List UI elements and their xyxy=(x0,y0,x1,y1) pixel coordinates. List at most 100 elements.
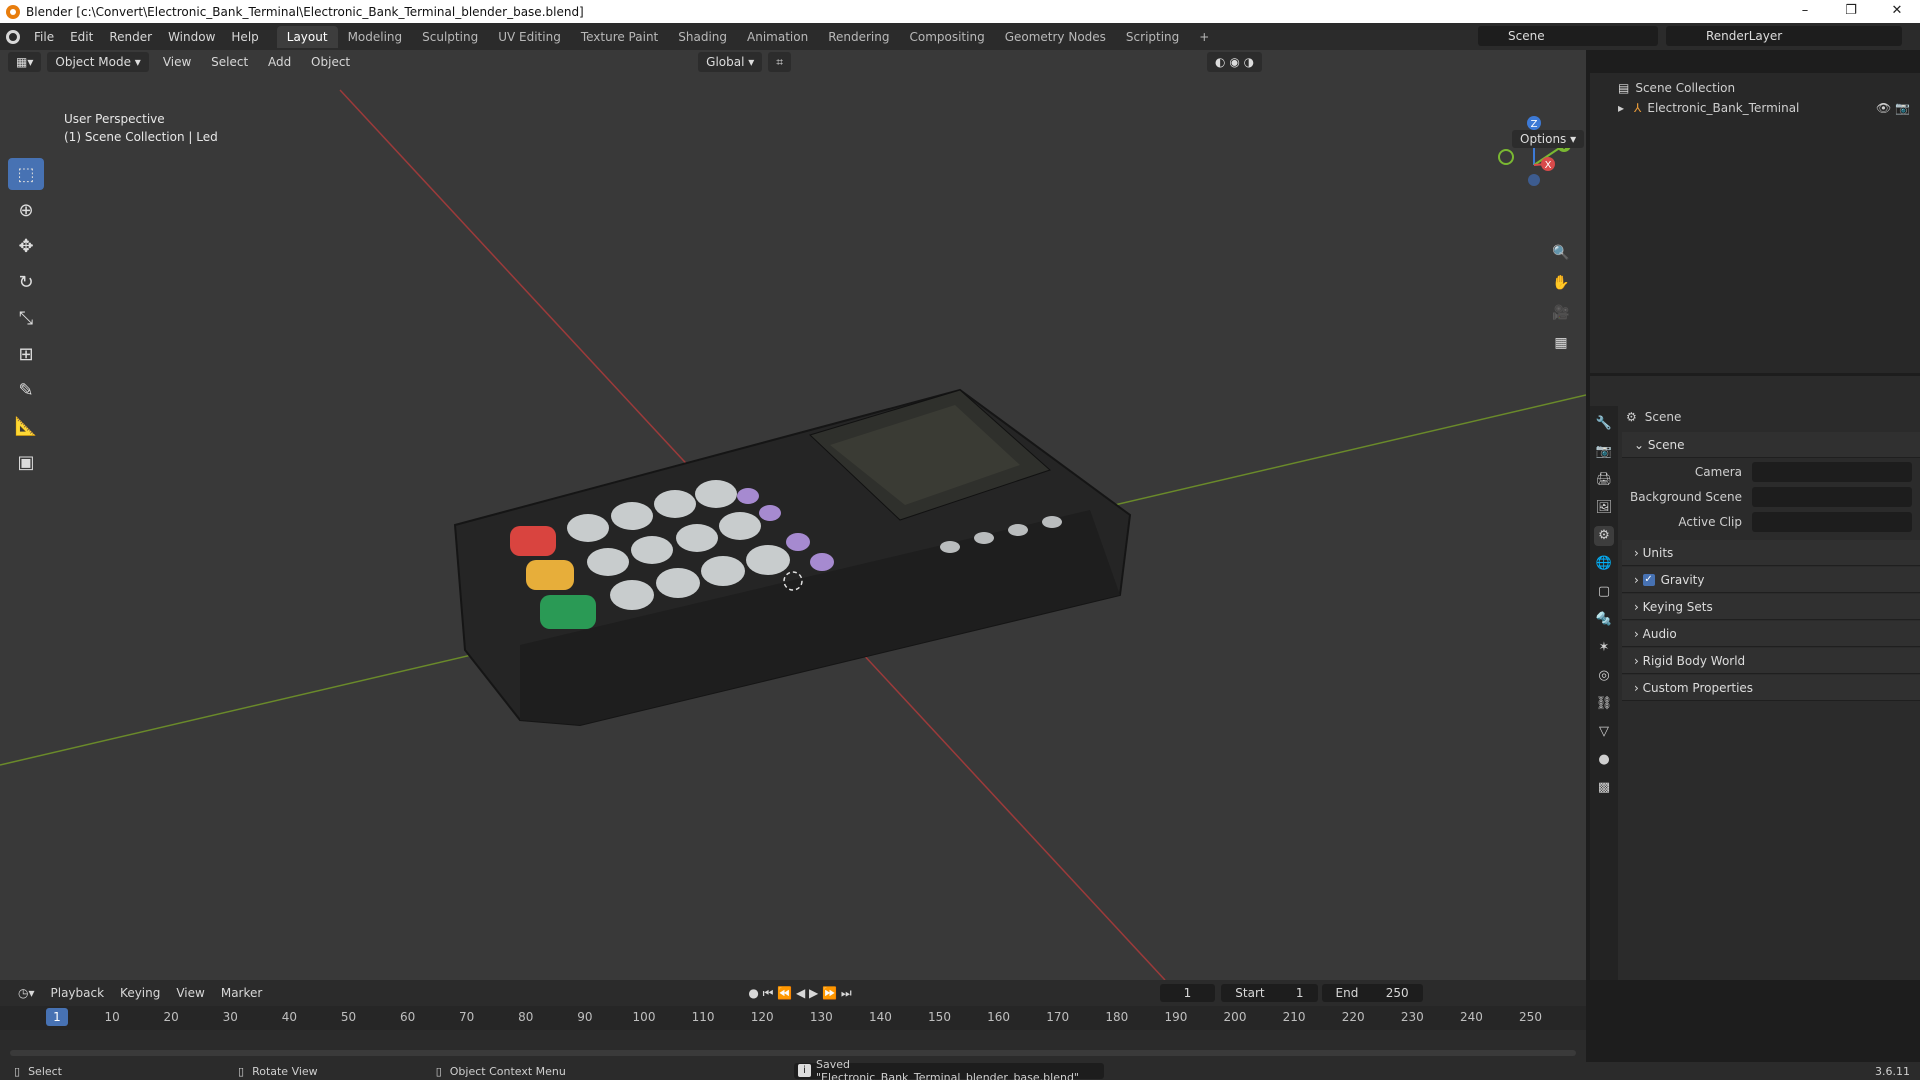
close-button[interactable]: ✕ xyxy=(1874,0,1920,23)
terminal-model xyxy=(453,388,1132,727)
data-tab-icon[interactable]: ▽ xyxy=(1594,722,1614,742)
measure-tool-icon[interactable]: 📐 xyxy=(8,410,44,442)
viewport-shading-buttons[interactable]: ◐ ◉ ◑ xyxy=(1207,52,1263,72)
view-layer-tab-icon[interactable]: 🖼 xyxy=(1594,498,1614,518)
expand-arrow-icon[interactable]: ▸ xyxy=(1618,101,1624,115)
options-dropdown[interactable]: Options ▾ xyxy=(1512,130,1585,148)
snap-toggle-icon[interactable]: ⌗ xyxy=(768,52,792,72)
panel-units[interactable]: › Units xyxy=(1622,540,1920,566)
menu-timeline-view[interactable]: View xyxy=(168,986,212,1000)
texture-tab-icon[interactable]: ▩ xyxy=(1594,778,1614,798)
title-bar: Blender [c:\Convert\Electronic_Bank_Term… xyxy=(0,0,1920,23)
cursor-tool-icon[interactable]: ⊕ xyxy=(8,194,44,226)
status-bar: ▯ Select ▯ Rotate View ▯ Object Context … xyxy=(0,1058,1920,1080)
3d-viewport[interactable]: Z Y X ▦▾ Object Mode ▾ View Select Add O… xyxy=(0,50,1586,980)
timeline-scrollbar[interactable] xyxy=(10,1050,1576,1056)
tab-compositing[interactable]: Compositing xyxy=(899,26,994,48)
menu-edit[interactable]: Edit xyxy=(62,30,101,44)
modifier-tab-icon[interactable]: 🔩 xyxy=(1594,610,1614,630)
add-workspace-button[interactable]: + xyxy=(1189,26,1219,48)
status-message: i Saved "Electronic_Bank_Terminal_blende… xyxy=(794,1058,1104,1080)
panel-scene-header[interactable]: ⌄ Scene xyxy=(1622,432,1920,458)
active-clip-field[interactable] xyxy=(1752,511,1912,532)
tab-modeling[interactable]: Modeling xyxy=(338,26,413,48)
svg-text:Z: Z xyxy=(1531,119,1538,130)
renderlayer-selector[interactable]: RenderLayer xyxy=(1666,26,1902,46)
menu-playback[interactable]: Playback xyxy=(43,986,113,1000)
zoom-icon[interactable]: 🔍 xyxy=(1548,240,1574,266)
timeline-ruler[interactable]: 1 10 20 30 40 50 60 70 80 90 100 110 120 130 140 150 16… xyxy=(0,1006,1586,1030)
menu-view[interactable]: View xyxy=(155,55,199,69)
annotate-tool-icon[interactable]: ✎ xyxy=(8,374,44,406)
scene-collection-row[interactable]: ▤ Scene Collection xyxy=(1618,81,1735,95)
add-cube-tool-icon[interactable]: ▣ xyxy=(8,446,44,478)
timeline-tick-label: 230 xyxy=(1400,1010,1424,1024)
tool-tab-icon[interactable]: 🔧 xyxy=(1594,414,1614,434)
tab-uv-editing[interactable]: UV Editing xyxy=(488,26,571,48)
output-tab-icon[interactable]: 🖨 xyxy=(1594,470,1614,490)
end-frame-field[interactable]: End 250 xyxy=(1321,984,1423,1002)
panel-audio[interactable]: › Audio xyxy=(1622,621,1920,647)
workspace-tabs: Layout Modeling Sculpting UV Editing Tex… xyxy=(276,23,1220,50)
tab-sculpting[interactable]: Sculpting xyxy=(412,26,488,48)
gravity-checkbox[interactable]: ✓ xyxy=(1642,573,1655,586)
menu-object[interactable]: Object xyxy=(303,55,358,69)
panel-rigid-body-world[interactable]: › Rigid Body World xyxy=(1622,648,1920,674)
current-frame-field[interactable]: 1 xyxy=(1159,984,1216,1002)
menu-select[interactable]: Select xyxy=(203,55,256,69)
navigation-controls: 🔍 ✋ 🎥 ▦ xyxy=(1548,240,1578,360)
rotate-tool-icon[interactable]: ↻ xyxy=(8,266,44,298)
scene-selector[interactable]: Scene xyxy=(1478,26,1658,46)
transform-tool-icon[interactable]: ⊞ xyxy=(8,338,44,370)
panel-gravity[interactable]: › ✓ Gravity xyxy=(1622,567,1920,593)
tab-animation[interactable]: Animation xyxy=(737,26,818,48)
blender-menu-icon[interactable] xyxy=(0,26,26,48)
outliner-item[interactable]: ▸ ⅄ Electronic_Bank_Terminal 👁 📷 xyxy=(1618,101,1918,115)
menu-help[interactable]: Help xyxy=(223,30,266,44)
editor-type-button[interactable]: ▦▾ xyxy=(8,52,42,72)
menu-file[interactable]: File xyxy=(26,30,62,44)
select-box-tool-icon[interactable]: ⬚ xyxy=(8,158,44,190)
tab-layout[interactable]: Layout xyxy=(276,25,338,48)
menu-add[interactable]: Add xyxy=(260,55,299,69)
render-tab-icon[interactable]: 📷 xyxy=(1594,442,1614,462)
scale-tool-icon[interactable]: ⤡ xyxy=(8,302,44,334)
tab-texture-paint[interactable]: Texture Paint xyxy=(571,26,668,48)
move-tool-icon[interactable]: ✥ xyxy=(8,230,44,262)
camera-field[interactable] xyxy=(1752,461,1912,482)
constraints-tab-icon[interactable]: ⛓ xyxy=(1594,694,1614,714)
tab-rendering[interactable]: Rendering xyxy=(818,26,899,48)
object-tab-icon[interactable]: ▢ xyxy=(1594,582,1614,602)
playhead[interactable]: 1 xyxy=(46,1008,68,1026)
menu-marker[interactable]: Marker xyxy=(213,986,270,1000)
background-scene-field[interactable] xyxy=(1752,486,1912,507)
timeline-tick-label: 90 xyxy=(577,1010,593,1024)
timeline-editor-type-icon[interactable]: ◷▾ xyxy=(10,986,43,1000)
menu-window[interactable]: Window xyxy=(160,30,223,44)
tab-shading[interactable]: Shading xyxy=(668,26,737,48)
menu-render[interactable]: Render xyxy=(101,30,160,44)
tab-geometry-nodes[interactable]: Geometry Nodes xyxy=(995,26,1116,48)
scene-tab-icon[interactable]: ⚙ xyxy=(1594,526,1614,546)
orientation-dropdown[interactable]: Global ▾ xyxy=(698,52,763,72)
timeline-tick-label: 100 xyxy=(632,1010,656,1024)
visibility-eye-icon[interactable]: 👁 📷 xyxy=(1876,101,1910,115)
camera-view-icon[interactable]: 🎥 xyxy=(1548,300,1574,326)
maximize-button[interactable]: ❐ xyxy=(1828,0,1874,23)
tab-scripting[interactable]: Scripting xyxy=(1116,26,1189,48)
panel-keying-sets[interactable]: › Keying Sets xyxy=(1622,594,1920,620)
mode-dropdown[interactable]: Object Mode ▾ xyxy=(47,52,149,72)
particles-tab-icon[interactable]: ✶ xyxy=(1594,638,1614,658)
renderlayer-name: RenderLayer xyxy=(1706,29,1783,43)
minimize-button[interactable]: – xyxy=(1782,0,1828,23)
panel-custom-properties[interactable]: › Custom Properties xyxy=(1622,675,1920,701)
world-tab-icon[interactable]: 🌐 xyxy=(1594,554,1614,574)
pan-hand-icon[interactable]: ✋ xyxy=(1548,270,1574,296)
grid-view-icon[interactable]: ▦ xyxy=(1548,330,1574,356)
material-tab-icon[interactable]: ● xyxy=(1594,750,1614,770)
properties-tabs: 🔧 📷 🖨 🖼 ⚙ 🌐 ▢ 🔩 ✶ ◎ ⛓ ▽ ● ▩ xyxy=(1590,406,1618,980)
menu-keying[interactable]: Keying xyxy=(112,986,168,1000)
physics-tab-icon[interactable]: ◎ xyxy=(1594,666,1614,686)
playback-controls[interactable]: ● ⏮ ⏪ ◀ ▶ ⏩ ⏭ xyxy=(740,986,859,1001)
start-frame-field[interactable]: Start 1 xyxy=(1221,984,1318,1002)
